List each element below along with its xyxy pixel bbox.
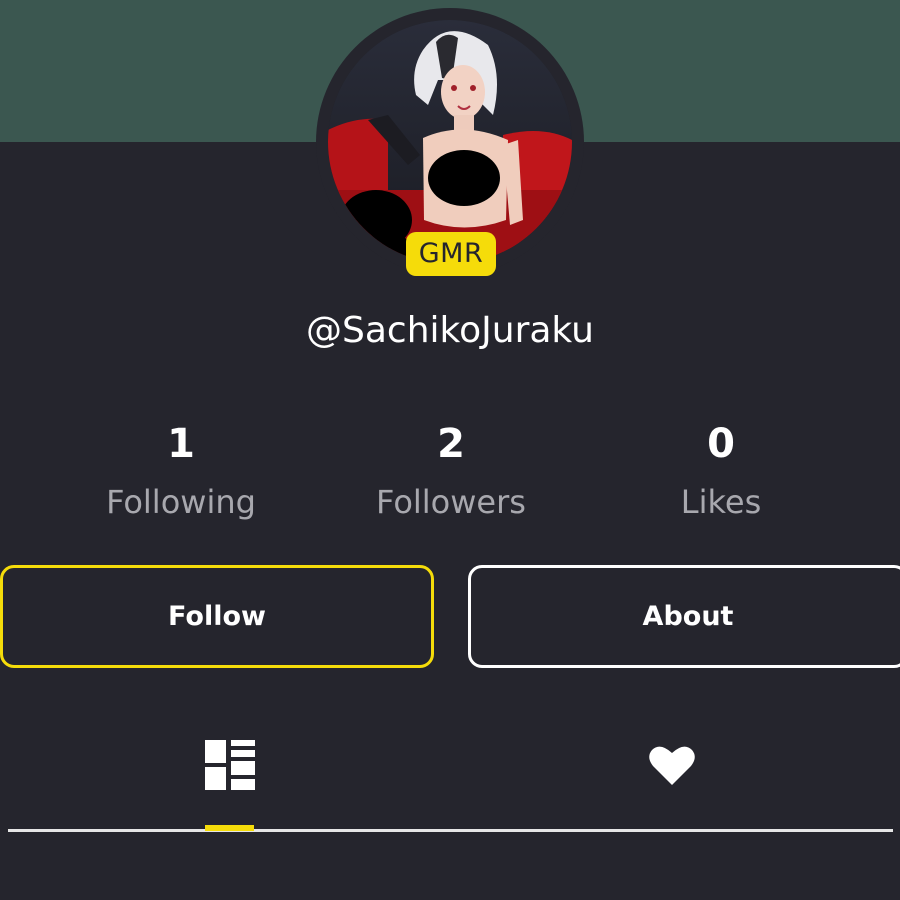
avatar-image [328,20,572,264]
following-count: 1 [167,421,195,467]
follow-button[interactable]: Follow [0,565,434,668]
followers-label: Followers [376,483,526,521]
tab-likes[interactable] [642,735,702,795]
profile-page: GMR @SachikoJuraku 1 Following 2 Followe… [0,0,900,900]
followers-count: 2 [437,421,465,467]
grid-icon [205,740,255,790]
gmr-badge: GMR [406,232,496,276]
about-button[interactable]: About [468,565,900,668]
likes-count: 0 [707,421,735,467]
heart-icon [649,746,695,785]
avatar[interactable] [328,20,572,264]
stat-followers[interactable]: 2 Followers [316,416,586,526]
tab-divider [8,829,893,832]
stat-likes[interactable]: 0 Likes [586,416,856,526]
stat-following[interactable]: 1 Following [46,416,316,526]
likes-label: Likes [680,483,762,521]
following-label: Following [106,483,256,521]
active-tab-indicator [205,825,254,831]
tab-grid[interactable] [200,735,260,795]
username: @SachikoJuraku [306,310,594,351]
